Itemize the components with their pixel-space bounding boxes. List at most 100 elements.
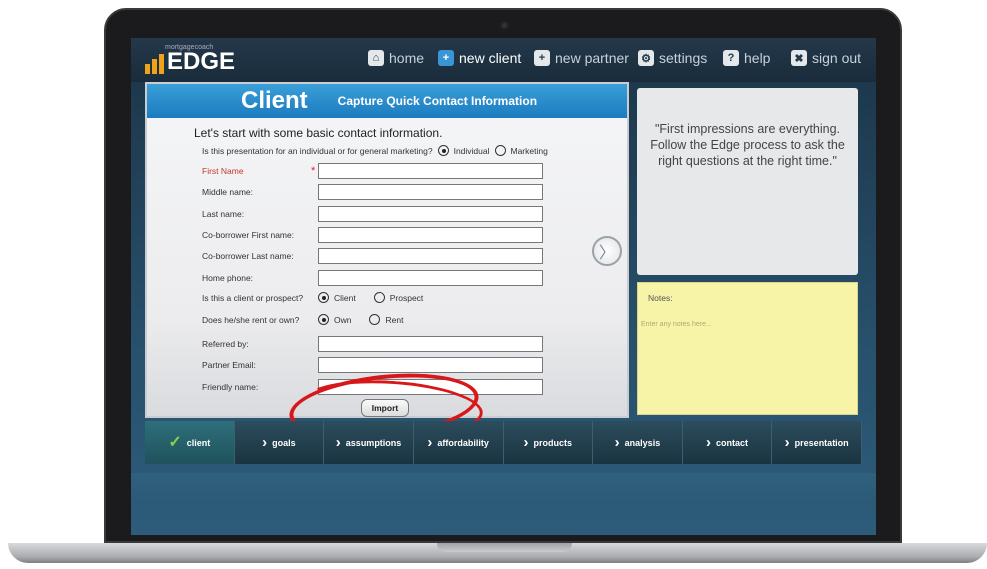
radio-label: Client [334,292,356,303]
nav-help[interactable]: ? help [723,50,770,66]
client-prospect-row: Is this a client or prospect? Client Pro… [202,292,423,303]
radio-label: Prospect [389,292,424,303]
client-form-panel: Client Capture Quick Contact Information… [145,82,629,418]
home-icon: ⌂ [368,50,384,66]
field-label: Middle name: [202,187,254,197]
tab-label: assumptions [345,437,402,448]
tab-affordability[interactable]: › affordability [413,421,504,464]
rent-own-row: Does he/she rent or own? Own Rent [202,314,403,325]
field-label: Friendly name: [202,382,259,392]
radio-label: Marketing [510,145,548,156]
nav-label: help [744,50,771,66]
nav-label: new partner [555,50,629,66]
nav-sign-out[interactable]: ✖ sign out [791,50,861,66]
camera-icon [500,21,509,30]
radio-label: Rent [385,314,404,325]
tab-presentation[interactable]: › presentation [772,421,862,464]
field-label: Partner Email: [202,360,256,370]
notes-input[interactable]: Enter any notes here... [641,321,712,328]
partner-email-row: Partner Email: [202,357,543,373]
nav-label: sign out [812,50,862,66]
chevron-right-icon: 〉 [598,245,615,262]
new-client-icon: + [438,50,454,66]
chevron-right-icon: › [335,434,341,451]
nav-new-client[interactable]: + new client [438,50,521,66]
field-label: Does he/she rent or own? [202,314,300,325]
tab-label: analysis [624,437,661,448]
tab-analysis[interactable]: › analysis [593,421,683,464]
page-subtitle: Capture Quick Contact Information [337,94,538,108]
middle-name-row: Middle name: [202,184,543,200]
nav-label: home [389,50,425,66]
field-label: Co-borrower First name: [202,230,295,240]
last-name-field[interactable] [318,206,543,222]
tab-label: affordability [437,437,489,448]
chevron-right-icon: › [262,434,268,451]
last-name-row: Last name: [202,206,543,222]
client-prospect-group: Client Prospect [318,292,423,303]
nav-new-partner[interactable]: + new partner [534,50,629,66]
co-first-row: Co-borrower First name: [202,227,543,243]
checkmark-icon: ✓ [168,434,182,451]
chevron-right-icon: › [614,434,620,451]
home-phone-row: Home phone: [202,270,543,286]
nav-label: settings [659,50,708,66]
tab-assumptions[interactable]: › assumptions [324,421,414,464]
laptop-notch [437,543,572,552]
nav-home[interactable]: ⌂ home [368,50,424,66]
own-radio[interactable] [318,314,329,325]
chevron-right-icon: › [706,434,712,451]
radio-label: Own [334,314,352,325]
quote-card: "First impressions are everything. Follo… [637,88,858,275]
tab-goals[interactable]: › goals [234,421,325,464]
individual-radio[interactable] [437,145,449,156]
home-phone-field[interactable] [318,270,543,286]
app-screen: mortgagecoach EDGE ⌂ home + new client + ne… [131,38,876,535]
notes-label: Notes: [648,293,673,303]
field-label: Is this a client or prospect? [202,292,304,303]
marketing-radio[interactable] [494,145,506,156]
tab-client[interactable]: ✓ client [145,421,235,464]
nav-label: new client [459,50,522,66]
nav-settings[interactable]: ⚙ settings [638,50,707,66]
co-borrower-first-field[interactable] [318,227,543,243]
referred-by-field[interactable] [318,336,543,352]
required-marker: * [311,165,316,177]
notes-panel[interactable]: Notes: Enter any notes here... [637,282,858,415]
page-title: Client [241,87,308,114]
field-label: First Name [202,166,244,176]
tab-label: client [186,437,211,448]
tab-contact[interactable]: › contact [682,421,773,464]
field-label: Last name: [202,209,245,219]
settings-icon: ⚙ [638,50,654,66]
footer-bar [131,473,876,503]
logo-text: EDGE [167,48,236,75]
rent-radio[interactable] [369,314,381,325]
panel-header: Client Capture Quick Contact Information [147,84,627,118]
co-borrower-last-field[interactable] [318,248,543,264]
tab-label: goals [272,437,296,448]
field-label: Home phone: [202,273,254,283]
intro-text: Let's start with some basic contact info… [194,126,443,140]
top-nav: mortgagecoach EDGE ⌂ home + new client + ne… [131,38,876,82]
tab-label: products [533,437,573,448]
logo[interactable]: mortgagecoach EDGE [145,44,236,75]
prospect-radio[interactable] [373,292,385,303]
next-arrow-button[interactable]: 〉 [592,236,622,266]
client-radio[interactable] [318,292,329,303]
middle-name-field[interactable] [318,184,543,200]
co-last-row: Co-borrower Last name: [202,248,543,264]
question-label: Is this presentation for an individual o… [202,145,433,156]
presentation-type-question: Is this presentation for an individual o… [202,145,548,156]
radio-label: Individual [453,145,490,156]
partner-email-field[interactable] [318,357,543,373]
tab-products[interactable]: › products [503,421,594,464]
new-partner-icon: + [534,50,550,66]
tab-label: presentation [794,437,849,448]
first-name-row: First Name * [202,163,543,179]
referred-row: Referred by: [202,336,543,352]
first-name-field[interactable] [318,163,543,179]
step-tabs: ✓ client › goals › assumptions › affordabili… [145,421,862,464]
chevron-right-icon: › [523,434,529,451]
rent-own-group: Own Rent [318,314,403,325]
